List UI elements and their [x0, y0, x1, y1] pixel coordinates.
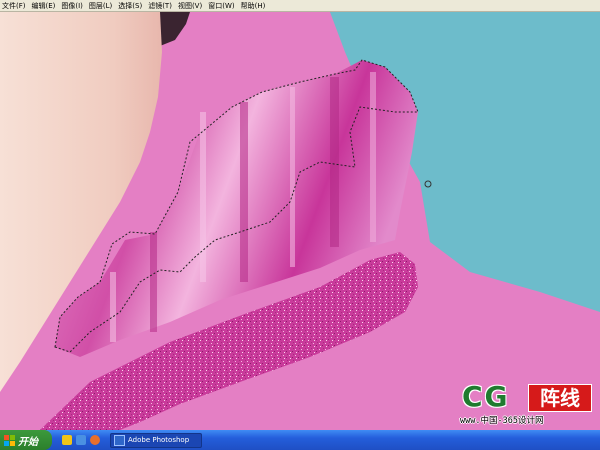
artwork — [0, 12, 600, 430]
menu-bar: 文件(F) 编辑(E) 图像(I) 图层(L) 选择(S) 滤镜(T) 视图(V… — [0, 0, 600, 12]
taskbar: 开始 Adobe Photoshop — [0, 430, 600, 450]
menu-help[interactable]: 帮助(H) — [241, 0, 266, 12]
watermark-cn-logo: 阵线 — [528, 384, 592, 412]
menu-edit[interactable]: 编辑(E) — [32, 0, 56, 12]
photoshop-icon — [114, 434, 125, 446]
menu-view[interactable]: 视图(V) — [178, 0, 202, 12]
menu-select[interactable]: 选择(S) — [118, 0, 142, 12]
watermark-cg-logo: CG — [462, 380, 510, 413]
menu-window[interactable]: 窗口(W) — [208, 0, 234, 12]
taskbar-app-label: Adobe Photoshop — [128, 436, 190, 444]
watermark-url: www.中国-365设计网 — [460, 416, 544, 426]
watermark: CG 阵线 www.中国-365设计网 — [460, 382, 596, 428]
taskbar-app-photoshop[interactable]: Adobe Photoshop — [110, 432, 202, 448]
media-player-icon[interactable] — [90, 435, 100, 445]
start-label: 开始 — [18, 436, 38, 448]
menu-layer[interactable]: 图层(L) — [89, 0, 112, 12]
menu-file[interactable]: 文件(F) — [2, 0, 26, 12]
ie-icon[interactable] — [62, 435, 72, 445]
quick-launch — [62, 435, 100, 445]
windows-logo-icon — [4, 434, 15, 446]
document-canvas[interactable] — [0, 12, 600, 430]
start-button[interactable]: 开始 — [0, 430, 52, 450]
menu-image[interactable]: 图像(I) — [61, 0, 83, 12]
menu-filter[interactable]: 滤镜(T) — [148, 0, 172, 12]
desktop-icon[interactable] — [76, 435, 86, 445]
